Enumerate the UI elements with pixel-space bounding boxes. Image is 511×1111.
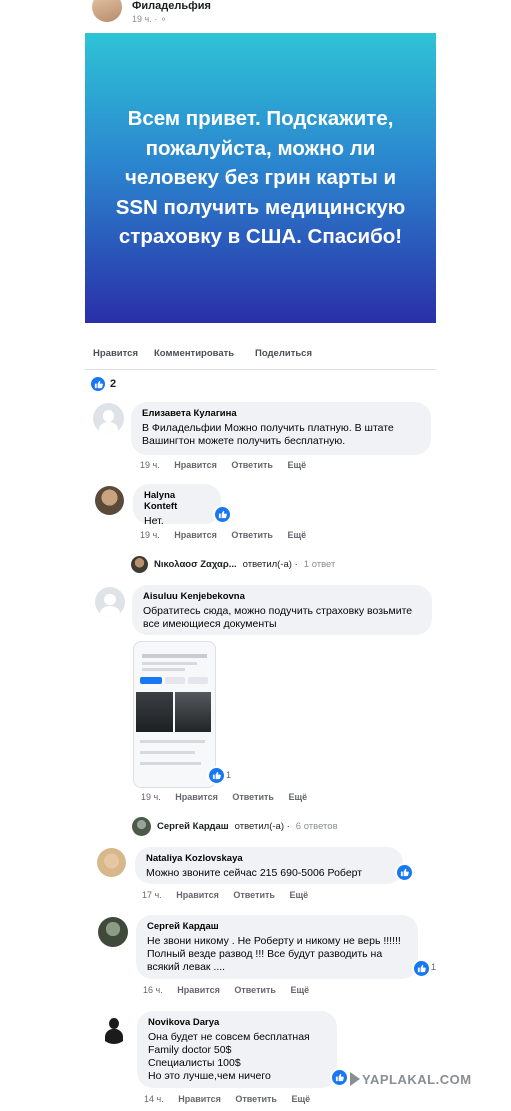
- share-action[interactable]: Поделиться: [255, 348, 312, 359]
- comment-bubble: Halyna Konteft Нет.: [133, 484, 221, 527]
- reply-author: Сергей Кардаш: [157, 821, 229, 832]
- comment-more-link[interactable]: Ещё: [287, 530, 306, 540]
- comment-author[interactable]: Сергей Кардаш: [147, 921, 407, 932]
- comment-author[interactable]: Halyna Konteft: [144, 490, 210, 512]
- attachment-line: [140, 762, 201, 765]
- comment-bubble: Nataliya Kozlovskaya Можно звоните сейча…: [135, 847, 403, 884]
- attachment-line: [140, 751, 195, 754]
- comment-avatar[interactable]: [95, 486, 124, 515]
- comment-meta: 17 ч. Нравится Ответить Ещё: [142, 890, 320, 900]
- comment-author[interactable]: Novikova Darya: [148, 1017, 326, 1028]
- comment-like-link[interactable]: Нравится: [176, 890, 219, 900]
- comment-reply-link[interactable]: Ответить: [232, 792, 274, 802]
- post-location[interactable]: Филадельфия: [132, 0, 211, 12]
- comment-meta: 16 ч. Нравится Ответить Ещё: [143, 985, 321, 995]
- attachment-line: [140, 740, 205, 743]
- comment-time[interactable]: 17 ч.: [142, 890, 162, 900]
- reaction-count: 1: [431, 962, 437, 972]
- comment-bubble: Novikova Darya Она будет не совсем беспл…: [137, 1011, 337, 1088]
- post-image-text: Всем привет. Подскажите, пожалуйста, мож…: [115, 107, 406, 249]
- reply-action: ответил(-а) ·: [234, 821, 290, 832]
- reply-avatar: [131, 556, 148, 573]
- comment-text: Не звони никому . Не Роберту и никому не…: [147, 935, 401, 973]
- attachment-button: [188, 677, 208, 684]
- comment-meta: 19 ч. Нравится Ответить Ещё: [141, 792, 319, 802]
- reply-action: ответил(-а) ·: [242, 559, 298, 570]
- replies-link[interactable]: Сергей Кардаш ответил(-а) · 6 ответов: [132, 817, 338, 836]
- comment-bubble: Aisuluu Kenjebekovna Обратитесь сюда, мо…: [132, 585, 432, 635]
- comment-reply-link[interactable]: Ответить: [231, 530, 273, 540]
- reply-author: Νικολαοσ Ζαχαρ...: [154, 559, 237, 570]
- comment-time[interactable]: 19 ч.: [140, 460, 160, 470]
- comment-more-link[interactable]: Ещё: [287, 460, 306, 470]
- comment-avatar[interactable]: [95, 587, 125, 617]
- watermark-arrow-icon: [350, 1072, 360, 1086]
- comment-more-link[interactable]: Ещё: [290, 985, 309, 995]
- thumbs-up-icon[interactable]: [395, 863, 414, 882]
- thumbs-up-icon[interactable]: [412, 959, 431, 978]
- comment-more-link[interactable]: Ещё: [289, 890, 308, 900]
- comment-like-link[interactable]: Нравится: [177, 985, 220, 995]
- comment-text: Нет.: [144, 515, 164, 527]
- comment-like-link[interactable]: Нравится: [174, 460, 217, 470]
- attachment-subtitle-bar: [142, 668, 185, 671]
- comment-author[interactable]: Nataliya Kozlovskaya: [146, 853, 392, 864]
- attachment-header-bar: [142, 654, 207, 658]
- thumbs-up-icon[interactable]: [207, 766, 226, 785]
- comment-avatar[interactable]: [98, 917, 128, 947]
- comment-avatar[interactable]: [97, 848, 126, 877]
- post-image[interactable]: Всем привет. Подскажите, пожалуйста, мож…: [85, 33, 436, 323]
- comment-text: Обратитесь сюда, можно подучить страховк…: [143, 605, 413, 630]
- comment-time[interactable]: 14 ч.: [144, 1094, 164, 1104]
- comment-bubble: Сергей Кардаш Не звони никому . Не Робер…: [136, 915, 418, 979]
- thumbs-up-icon[interactable]: [91, 377, 105, 391]
- comment-more-link[interactable]: Ещё: [291, 1094, 310, 1104]
- comment-more-link[interactable]: Ещё: [288, 792, 307, 802]
- comment-time[interactable]: 16 ч.: [143, 985, 163, 995]
- reaction-count: 1: [226, 770, 232, 780]
- comment-reply-link[interactable]: Ответить: [235, 1094, 277, 1104]
- like-action[interactable]: Нравится: [93, 348, 138, 359]
- post-author-avatar[interactable]: [92, 0, 122, 22]
- thumbs-up-icon[interactable]: [330, 1068, 349, 1087]
- attachment-subtitle-bar: [142, 662, 197, 665]
- attached-screenshot[interactable]: [133, 641, 216, 788]
- reaction-count[interactable]: 2: [110, 378, 116, 390]
- comment-reply-link[interactable]: Ответить: [231, 460, 273, 470]
- comment-avatar[interactable]: [93, 403, 124, 434]
- comment-reply-link[interactable]: Ответить: [234, 985, 276, 995]
- comment-like-link[interactable]: Нравится: [174, 530, 217, 540]
- comment-time[interactable]: 19 ч.: [141, 792, 161, 802]
- comment-author[interactable]: Aisuluu Kenjebekovna: [143, 591, 421, 602]
- comment-time[interactable]: 19 ч.: [140, 530, 160, 540]
- comment-like-link[interactable]: Нравится: [178, 1094, 221, 1104]
- comment-text: Можно звоните сейчас 215 690-5006 Роберт: [146, 867, 363, 879]
- reply-count: 6 ответов: [295, 821, 338, 832]
- comment-like-link[interactable]: Нравится: [175, 792, 218, 802]
- avatar-head: [109, 1018, 119, 1029]
- replies-link[interactable]: Νικολαοσ Ζαχαρ... ответил(-а) · 1 ответ: [131, 556, 335, 573]
- attachment-photo: [174, 692, 211, 732]
- comment-bubble: Елизавета Кулагина В Филадельфии Можно п…: [131, 402, 431, 455]
- attachment-button: [140, 677, 162, 684]
- thumbs-up-icon[interactable]: [213, 505, 232, 524]
- comment-author[interactable]: Елизавета Кулагина: [142, 408, 420, 419]
- divider: [85, 369, 436, 370]
- attachment-photo: [136, 692, 173, 732]
- comment-meta: 19 ч. Нравится Ответить Ещё: [140, 530, 318, 540]
- attachment-button: [165, 677, 185, 684]
- comment-reply-link[interactable]: Ответить: [233, 890, 275, 900]
- comment-text: В Филадельфии Можно получить платную. В …: [142, 422, 394, 447]
- watermark: YAPLAKAL.COM: [362, 1072, 472, 1087]
- comment-action[interactable]: Комментировать: [154, 348, 234, 359]
- reply-count: 1 ответ: [303, 559, 336, 570]
- post-time: 19 ч. · ⚬: [132, 14, 168, 24]
- reply-avatar: [132, 817, 151, 836]
- comment-meta: 19 ч. Нравится Ответить Ещё: [140, 460, 318, 470]
- comment-avatar[interactable]: [99, 1014, 129, 1044]
- avatar-body: [105, 1029, 123, 1044]
- comment-text: Она будет не совсем бесплатная Family do…: [148, 1031, 310, 1082]
- comment-meta: 14 ч. Нравится Ответить Ещё: [144, 1094, 322, 1104]
